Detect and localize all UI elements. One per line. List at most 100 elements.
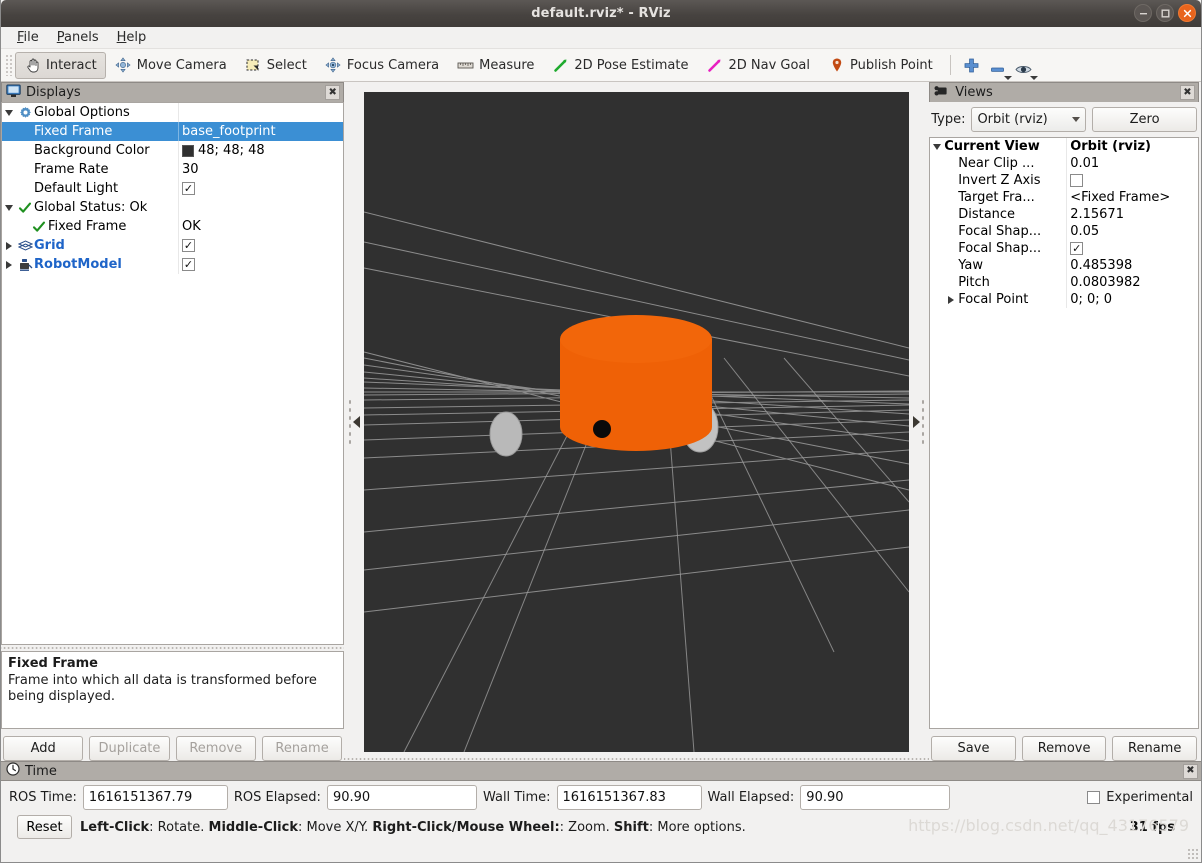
- tree-row-value-cell[interactable]: ✓: [178, 255, 343, 274]
- tree-row-value-cell[interactable]: base_footprint: [178, 122, 343, 141]
- experimental-toggle[interactable]: Experimental: [1087, 790, 1193, 805]
- tool-2d-nav-goal[interactable]: 2D Nav Goal: [697, 52, 819, 79]
- views-tree-row[interactable]: Yaw 0.485398: [930, 257, 1198, 274]
- rename-view-button[interactable]: Rename: [1112, 736, 1197, 761]
- menu-file[interactable]: File: [8, 28, 48, 47]
- right-splitter[interactable]: [909, 92, 930, 752]
- collapse-right-arrow-icon[interactable]: [913, 416, 921, 428]
- save-view-button[interactable]: Save: [931, 736, 1016, 761]
- maximize-icon[interactable]: [1156, 4, 1174, 22]
- displays-tree-row[interactable]: RobotModel ✓: [2, 255, 343, 274]
- views-tree-row[interactable]: Invert Z Axis: [930, 172, 1198, 189]
- tree-row-value-cell[interactable]: ✓: [178, 179, 343, 198]
- views-tree-row[interactable]: Focal Shap... 0.05: [930, 223, 1198, 240]
- views-tree-row[interactable]: Focal Shap... ✓: [930, 240, 1198, 257]
- tree-row-value-cell[interactable]: OK: [178, 217, 343, 236]
- time-field-input[interactable]: 90.90: [800, 785, 951, 810]
- chevron-down-icon: [1072, 117, 1081, 122]
- left-splitter[interactable]: [344, 92, 365, 752]
- tool-select[interactable]: Select: [236, 52, 316, 79]
- time-field-input[interactable]: 1616151367.79: [82, 785, 228, 810]
- tool-focus-camera[interactable]: Focus Camera: [316, 52, 448, 79]
- tree-twisty-closed[interactable]: [2, 241, 16, 250]
- displays-tree-row[interactable]: Fixed Frame base_footprint: [2, 122, 344, 141]
- tool-interact[interactable]: Interact: [15, 51, 106, 79]
- close-icon[interactable]: ✖: [1183, 763, 1198, 779]
- close-icon[interactable]: ✖: [1180, 85, 1195, 100]
- displays-tree-row[interactable]: Grid ✓: [2, 236, 343, 255]
- tree-twisty-open[interactable]: [930, 143, 944, 150]
- menu-help[interactable]: Help: [108, 28, 156, 47]
- tree-row-value-cell[interactable]: 30: [178, 160, 343, 179]
- views-tree[interactable]: Current View Orbit (rviz) Near Clip ... 0.0…: [929, 137, 1199, 729]
- visibility-eye-icon[interactable]: [1011, 52, 1038, 80]
- toolbar-grip[interactable]: [5, 54, 12, 76]
- add-tool-icon[interactable]: [959, 52, 985, 78]
- tool-publish-point[interactable]: Publish Point: [819, 52, 942, 79]
- tree-row-value-cell[interactable]: [178, 198, 343, 217]
- views-row-value-cell[interactable]: [1066, 172, 1198, 189]
- views-tree-row[interactable]: Distance 2.15671: [930, 206, 1198, 223]
- displays-tree[interactable]: Global Options Fixed Frame base_footprint B…: [1, 102, 345, 645]
- remove-view-button[interactable]: Remove: [1021, 736, 1107, 761]
- tree-twisty-open[interactable]: [2, 204, 16, 211]
- views-row-value-cell[interactable]: 0; 0; 0: [1066, 291, 1198, 308]
- time-field-input[interactable]: 90.90: [326, 785, 477, 810]
- color-swatch[interactable]: [182, 144, 194, 157]
- views-row-value-cell[interactable]: Orbit (rviz): [1066, 138, 1198, 155]
- checkbox[interactable]: [1070, 174, 1084, 187]
- displays-tree-row[interactable]: Background Color 48; 48; 48: [2, 141, 343, 160]
- views-tree-row[interactable]: Near Clip ... 0.01: [930, 155, 1198, 172]
- tool-2d-pose-estimate[interactable]: 2D Pose Estimate: [543, 52, 697, 79]
- time-field-input[interactable]: 1616151367.83: [556, 785, 702, 810]
- displays-tree-row[interactable]: Fixed Frame OK: [2, 217, 343, 236]
- checkbox[interactable]: [1087, 791, 1101, 804]
- views-row-value: Orbit (rviz): [1070, 139, 1151, 154]
- checkbox[interactable]: ✓: [182, 239, 195, 252]
- views-row-value-cell[interactable]: 0.485398: [1066, 257, 1198, 274]
- render-viewport[interactable]: [364, 92, 910, 752]
- views-row-name-cell: Pitch: [930, 274, 1066, 291]
- views-row-value-cell[interactable]: <Fixed Frame>: [1066, 189, 1198, 206]
- viewport-bottom-grip[interactable]: [344, 753, 930, 761]
- resize-grip[interactable]: [1187, 848, 1199, 860]
- zero-button[interactable]: Zero: [1092, 107, 1198, 132]
- tree-row-name-cell: Grid: [2, 236, 178, 255]
- displays-tree-row[interactable]: Default Light ✓: [2, 179, 343, 198]
- tree-twisty-closed[interactable]: [2, 260, 16, 269]
- displays-tree-row[interactable]: Global Status: Ok: [2, 198, 343, 217]
- checkbox[interactable]: ✓: [182, 258, 195, 271]
- views-row-value-cell[interactable]: 2.15671: [1066, 206, 1198, 223]
- view-type-dropdown[interactable]: Orbit (rviz): [971, 107, 1087, 132]
- views-tree-row[interactable]: Pitch 0.0803982: [930, 274, 1198, 291]
- remove-tool-icon[interactable]: [985, 52, 1012, 80]
- tree-row-value-cell[interactable]: ✓: [178, 236, 343, 255]
- displays-tree-row[interactable]: Global Options: [2, 103, 343, 122]
- views-row-value-cell[interactable]: 0.01: [1066, 155, 1198, 172]
- checkbox[interactable]: ✓: [1070, 242, 1084, 255]
- views-tree-row[interactable]: Target Fra... <Fixed Frame>: [930, 189, 1198, 206]
- tree-twisty-open[interactable]: [2, 109, 16, 116]
- views-panel-title: Views: [955, 85, 993, 100]
- menu-panels[interactable]: Panels: [48, 28, 108, 47]
- views-tree-row[interactable]: Current View Orbit (rviz): [930, 138, 1198, 155]
- views-tree-row[interactable]: Focal Point 0; 0; 0: [930, 291, 1198, 308]
- views-row-value-cell[interactable]: 0.0803982: [1066, 274, 1198, 291]
- tool-measure[interactable]: Measure: [448, 52, 543, 79]
- tree-row-value-cell[interactable]: 48; 48; 48: [178, 141, 343, 160]
- checkbox[interactable]: ✓: [182, 182, 195, 195]
- displays-tree-row[interactable]: Frame Rate 30: [2, 160, 343, 179]
- tree-twisty-closed[interactable]: [944, 295, 958, 304]
- views-row-value-cell[interactable]: ✓: [1066, 240, 1198, 257]
- tree-row-value-cell[interactable]: [178, 103, 343, 122]
- views-row-value-cell[interactable]: 0.05: [1066, 223, 1198, 240]
- tool-move-camera[interactable]: Move Camera: [106, 52, 236, 79]
- close-icon[interactable]: [1178, 4, 1196, 22]
- time-field-label: Wall Time:: [482, 790, 551, 805]
- close-icon[interactable]: ✖: [325, 85, 341, 100]
- minimize-icon[interactable]: [1134, 4, 1152, 22]
- collapse-left-arrow-icon[interactable]: [353, 416, 361, 428]
- views-row-name-cell: Focal Point: [930, 291, 1066, 308]
- reset-button[interactable]: Reset: [17, 815, 72, 839]
- add-button[interactable]: Add: [3, 736, 84, 761]
